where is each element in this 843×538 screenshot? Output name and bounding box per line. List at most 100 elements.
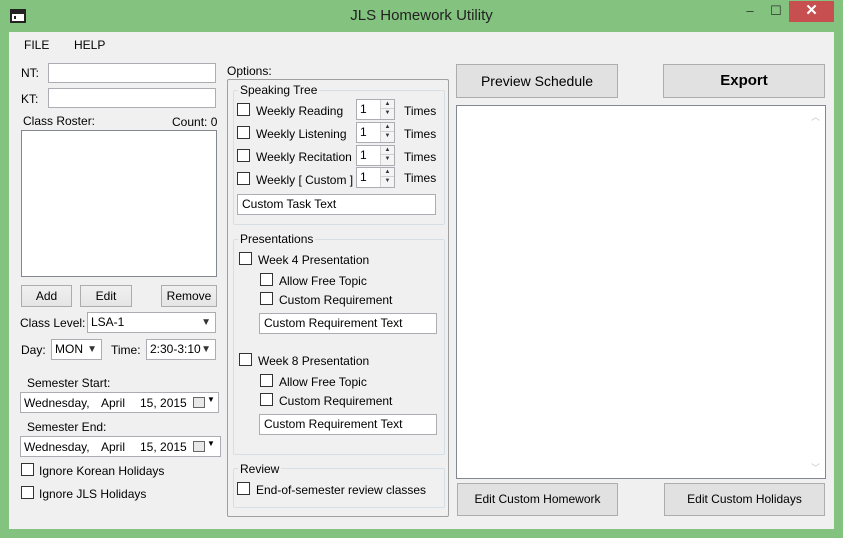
window-title: JLS Homework Utility: [350, 7, 493, 24]
custom-task-text-input[interactable]: Custom Task Text: [237, 194, 436, 215]
day-select[interactable]: MON ▼: [51, 339, 102, 360]
menu-file[interactable]: FILE: [24, 38, 49, 52]
chevron-down-icon: ▼: [207, 395, 215, 404]
chevron-down-icon: ▼: [207, 439, 215, 448]
weekly-recitation-label: Weekly Recitation: [256, 150, 352, 164]
spin-down-icon[interactable]: ▼: [381, 177, 394, 186]
calendar-icon: [193, 397, 205, 408]
edit-button[interactable]: Edit: [80, 285, 132, 307]
time-value: 2:30-3:10: [150, 342, 201, 356]
semester-end-month: April: [101, 440, 126, 454]
weekly-reading-value: 1: [360, 102, 367, 116]
weekly-recitation-value: 1: [360, 148, 367, 162]
times-label: Times: [404, 127, 437, 141]
spin-down-icon[interactable]: ▼: [381, 109, 394, 118]
class-level-label: Class Level:: [20, 316, 86, 330]
weekly-listening-label: Weekly Listening: [256, 127, 347, 141]
spin-down-icon[interactable]: ▼: [381, 132, 394, 141]
week8-free-topic-label: Allow Free Topic: [279, 375, 367, 389]
weekly-reading-label: Weekly Reading: [256, 104, 344, 118]
spin-up-icon[interactable]: ▲: [381, 123, 394, 132]
export-button[interactable]: Export: [663, 64, 825, 98]
presentations-title: Presentations: [238, 232, 316, 246]
weekly-listening-stepper[interactable]: 1 ▲ ▼: [356, 122, 395, 143]
chevron-down-icon: ▼: [201, 317, 211, 328]
review-title: Review: [238, 462, 282, 476]
week4-free-topic-checkbox[interactable]: [260, 273, 273, 286]
review-classes-label: End-of-semester review classes: [256, 483, 427, 497]
semester-start-picker[interactable]: Wednesday, April 15, 2015 ▼: [20, 392, 219, 413]
spin-up-icon[interactable]: ▲: [381, 100, 394, 109]
weekly-reading-stepper[interactable]: 1 ▲ ▼: [356, 99, 395, 120]
semester-end-day: 15, 2015: [140, 440, 187, 454]
weekly-recitation-checkbox[interactable]: [237, 149, 250, 162]
preview-schedule-button[interactable]: Preview Schedule: [456, 64, 618, 98]
semester-start-day: 15, 2015: [140, 396, 187, 410]
semester-start-label: Semester Start:: [27, 376, 111, 390]
week8-presentation-checkbox[interactable]: [239, 353, 252, 366]
week4-free-topic-label: Allow Free Topic: [279, 274, 367, 288]
chevron-down-icon: ▼: [201, 344, 211, 355]
class-level-select[interactable]: LSA-1 ▼: [87, 312, 216, 333]
spin-up-icon[interactable]: ▲: [381, 146, 394, 155]
class-roster-list[interactable]: [21, 130, 217, 277]
ignore-korean-label: Ignore Korean Holidays: [39, 464, 165, 478]
times-label: Times: [404, 104, 437, 118]
semester-end-picker[interactable]: Wednesday, April 15, 2015 ▼: [20, 436, 221, 457]
ignore-jls-checkbox[interactable]: [21, 486, 34, 499]
roster-count-label: Count: 0: [172, 115, 218, 129]
weekly-listening-value: 1: [360, 125, 367, 139]
semester-start-month: April: [101, 396, 126, 410]
weekly-recitation-stepper[interactable]: 1 ▲ ▼: [356, 145, 395, 166]
week8-free-topic-checkbox[interactable]: [260, 374, 273, 387]
weekly-custom-stepper[interactable]: 1 ▲ ▼: [356, 167, 395, 188]
remove-button[interactable]: Remove: [161, 285, 217, 307]
edit-custom-homework-button[interactable]: Edit Custom Homework: [457, 483, 618, 516]
nt-input[interactable]: [48, 63, 216, 83]
options-label: Options:: [227, 64, 272, 78]
ignore-korean-checkbox[interactable]: [21, 463, 34, 476]
class-roster-label: Class Roster:: [23, 114, 96, 128]
week8-custom-req-input[interactable]: Custom Requirement Text: [259, 414, 437, 435]
day-value: MON: [55, 342, 83, 356]
weekly-custom-label: Weekly [ Custom ]: [256, 173, 354, 187]
weekly-listening-checkbox[interactable]: [237, 126, 250, 139]
add-button[interactable]: Add: [21, 285, 72, 307]
time-select[interactable]: 2:30-3:10 ▼: [146, 339, 216, 360]
edit-custom-holidays-button[interactable]: Edit Custom Holidays: [664, 483, 825, 516]
weekly-custom-checkbox[interactable]: [237, 172, 250, 185]
week4-custom-req-input[interactable]: Custom Requirement Text: [259, 313, 437, 334]
scroll-up-icon[interactable]: ︿: [811, 110, 820, 123]
ignore-jls-label: Ignore JLS Holidays: [39, 487, 147, 501]
vertical-scrollbar[interactable]: ︿ ﹀: [808, 107, 824, 477]
chevron-down-icon: ▼: [87, 344, 97, 355]
schedule-preview-area[interactable]: ︿ ﹀: [456, 105, 826, 479]
close-button[interactable]: ✕: [789, 1, 834, 22]
week8-custom-req-label: Custom Requirement: [279, 394, 393, 408]
week4-presentation-checkbox[interactable]: [239, 252, 252, 265]
times-label: Times: [404, 171, 437, 185]
review-classes-checkbox[interactable]: [237, 482, 250, 495]
maximize-button[interactable]: ☐: [763, 1, 789, 22]
week8-custom-req-checkbox[interactable]: [260, 393, 273, 406]
speaking-tree-title: Speaking Tree: [238, 83, 320, 97]
week8-presentation-label: Week 8 Presentation: [258, 354, 370, 368]
menu-help[interactable]: HELP: [74, 38, 105, 52]
times-label: Times: [404, 150, 437, 164]
spin-up-icon[interactable]: ▲: [381, 168, 394, 177]
semester-start-weekday: Wednesday,: [24, 396, 90, 410]
week4-custom-req-checkbox[interactable]: [260, 292, 273, 305]
kt-input[interactable]: [48, 88, 216, 108]
calendar-icon: [193, 441, 205, 452]
scroll-down-icon[interactable]: ﹀: [811, 461, 820, 474]
semester-end-weekday: Wednesday,: [24, 440, 90, 454]
class-level-value: LSA-1: [91, 315, 125, 329]
time-label: Time:: [111, 343, 141, 357]
weekly-custom-value: 1: [360, 170, 367, 184]
kt-label: KT:: [21, 92, 39, 106]
minimize-button[interactable]: –: [737, 1, 763, 22]
spin-down-icon[interactable]: ▼: [381, 155, 394, 164]
weekly-reading-checkbox[interactable]: [237, 103, 250, 116]
week4-presentation-label: Week 4 Presentation: [258, 253, 370, 267]
day-label: Day:: [21, 343, 46, 357]
